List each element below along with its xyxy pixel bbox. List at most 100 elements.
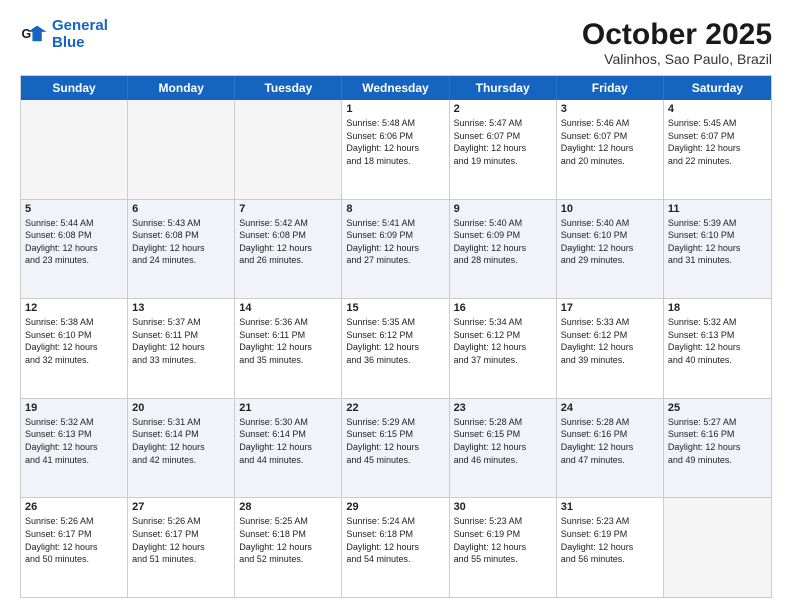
day-header-wednesday: Wednesday xyxy=(342,76,449,100)
day-number: 28 xyxy=(239,501,337,513)
week-row-4: 19 Sunrise: 5:32 AM Sunset: 6:13 PM Dayli… xyxy=(21,398,771,498)
day-info: Sunrise: 5:44 AM Sunset: 6:08 PM Dayligh… xyxy=(25,217,123,267)
day-number: 31 xyxy=(561,501,659,513)
day-cell: 24 Sunrise: 5:28 AM Sunset: 6:16 PM Dayli… xyxy=(557,399,664,498)
day-cell: 29 Sunrise: 5:24 AM Sunset: 6:18 PM Dayli… xyxy=(342,498,449,597)
day-info: Sunrise: 5:30 AM Sunset: 6:14 PM Dayligh… xyxy=(239,416,337,466)
day-number: 25 xyxy=(668,402,767,414)
day-cell: 23Sunrise: 5:28 AM Sunset: 6:15 PM Dayli… xyxy=(450,399,557,498)
day-cell: 31Sunrise: 5:23 AM Sunset: 6:19 PM Dayli… xyxy=(557,498,664,597)
day-info: Sunrise: 5:47 AM Sunset: 6:07 PM Dayligh… xyxy=(454,117,552,167)
day-info: Sunrise: 5:24 AM Sunset: 6:18 PM Dayligh… xyxy=(346,515,444,565)
day-number: 1 xyxy=(346,103,444,115)
day-info: Sunrise: 5:41 AM Sunset: 6:09 PM Dayligh… xyxy=(346,217,444,267)
day-number: 30 xyxy=(454,501,552,513)
day-cell: 10Sunrise: 5:40 AM Sunset: 6:10 PM Dayli… xyxy=(557,200,664,299)
day-info: Sunrise: 5:42 AM Sunset: 6:08 PM Dayligh… xyxy=(239,217,337,267)
day-info: Sunrise: 5:28 AM Sunset: 6:15 PM Dayligh… xyxy=(454,416,552,466)
header: G General Blue October 2025 Valinhos, Sa… xyxy=(20,18,772,67)
day-info: Sunrise: 5:26 AM Sunset: 6:17 PM Dayligh… xyxy=(132,515,230,565)
day-info: Sunrise: 5:40 AM Sunset: 6:09 PM Dayligh… xyxy=(454,217,552,267)
day-cell: 6Sunrise: 5:43 AM Sunset: 6:08 PM Daylig… xyxy=(128,200,235,299)
day-info: Sunrise: 5:29 AM Sunset: 6:15 PM Dayligh… xyxy=(346,416,444,466)
day-header-saturday: Saturday xyxy=(664,76,771,100)
week-row-3: 12Sunrise: 5:38 AM Sunset: 6:10 PM Dayli… xyxy=(21,298,771,398)
day-cell: 3 Sunrise: 5:46 AM Sunset: 6:07 PM Daylig… xyxy=(557,100,664,199)
day-number: 18 xyxy=(668,302,767,314)
day-number: 29 xyxy=(346,501,444,513)
day-number: 22 xyxy=(346,402,444,414)
day-number: 16 xyxy=(454,302,552,314)
day-number: 21 xyxy=(239,402,337,414)
day-number: 20 xyxy=(132,402,230,414)
day-number: 15 xyxy=(346,302,444,314)
day-cell: 7 Sunrise: 5:42 AM Sunset: 6:08 PM Daylig… xyxy=(235,200,342,299)
day-info: Sunrise: 5:27 AM Sunset: 6:16 PM Dayligh… xyxy=(668,416,767,466)
week-row-5: 26 Sunrise: 5:26 AM Sunset: 6:17 PM Dayli… xyxy=(21,497,771,597)
day-info: Sunrise: 5:34 AM Sunset: 6:12 PM Dayligh… xyxy=(454,316,552,366)
weeks-container: 1 Sunrise: 5:48 AM Sunset: 6:06 PM Daylig… xyxy=(21,100,771,597)
day-number: 3 xyxy=(561,103,659,115)
day-info: Sunrise: 5:46 AM Sunset: 6:07 PM Dayligh… xyxy=(561,117,659,167)
day-info: Sunrise: 5:23 AM Sunset: 6:19 PM Dayligh… xyxy=(454,515,552,565)
day-cell: 22 Sunrise: 5:29 AM Sunset: 6:15 PM Dayli… xyxy=(342,399,449,498)
svg-text:G: G xyxy=(22,27,32,41)
day-header-thursday: Thursday xyxy=(450,76,557,100)
day-number: 13 xyxy=(132,302,230,314)
day-header-friday: Friday xyxy=(557,76,664,100)
day-cell: 8Sunrise: 5:41 AM Sunset: 6:09 PM Daylig… xyxy=(342,200,449,299)
day-number: 2 xyxy=(454,103,552,115)
day-cell: 1 Sunrise: 5:48 AM Sunset: 6:06 PM Daylig… xyxy=(342,100,449,199)
day-header-sunday: Sunday xyxy=(21,76,128,100)
day-info: Sunrise: 5:28 AM Sunset: 6:16 PM Dayligh… xyxy=(561,416,659,466)
day-cell: 19 Sunrise: 5:32 AM Sunset: 6:13 PM Dayli… xyxy=(21,399,128,498)
day-number: 11 xyxy=(668,203,767,215)
week-row-2: 5 Sunrise: 5:44 AM Sunset: 6:08 PM Daylig… xyxy=(21,199,771,299)
day-number: 26 xyxy=(25,501,123,513)
day-number: 5 xyxy=(25,203,123,215)
title-block: October 2025 Valinhos, Sao Paulo, Brazil xyxy=(582,18,772,67)
day-info: Sunrise: 5:35 AM Sunset: 6:12 PM Dayligh… xyxy=(346,316,444,366)
day-info: Sunrise: 5:32 AM Sunset: 6:13 PM Dayligh… xyxy=(668,316,767,366)
day-cell: 9 Sunrise: 5:40 AM Sunset: 6:09 PM Daylig… xyxy=(450,200,557,299)
day-info: Sunrise: 5:31 AM Sunset: 6:14 PM Dayligh… xyxy=(132,416,230,466)
day-number: 14 xyxy=(239,302,337,314)
day-number: 24 xyxy=(561,402,659,414)
day-info: Sunrise: 5:26 AM Sunset: 6:17 PM Dayligh… xyxy=(25,515,123,565)
day-cell: 5 Sunrise: 5:44 AM Sunset: 6:08 PM Daylig… xyxy=(21,200,128,299)
location: Valinhos, Sao Paulo, Brazil xyxy=(582,51,772,67)
day-cell: 20 Sunrise: 5:31 AM Sunset: 6:14 PM Dayli… xyxy=(128,399,235,498)
day-info: Sunrise: 5:48 AM Sunset: 6:06 PM Dayligh… xyxy=(346,117,444,167)
day-cell xyxy=(664,498,771,597)
day-number: 17 xyxy=(561,302,659,314)
logo-icon: G xyxy=(20,21,48,49)
calendar: SundayMondayTuesdayWednesdayThursdayFrid… xyxy=(20,75,772,598)
day-number: 7 xyxy=(239,203,337,215)
day-number: 6 xyxy=(132,203,230,215)
logo: G General Blue xyxy=(20,18,108,51)
day-info: Sunrise: 5:37 AM Sunset: 6:11 PM Dayligh… xyxy=(132,316,230,366)
day-cell: 14Sunrise: 5:36 AM Sunset: 6:11 PM Dayli… xyxy=(235,299,342,398)
day-cell: 27Sunrise: 5:26 AM Sunset: 6:17 PM Dayli… xyxy=(128,498,235,597)
day-number: 19 xyxy=(25,402,123,414)
day-cell: 30 Sunrise: 5:23 AM Sunset: 6:19 PM Dayli… xyxy=(450,498,557,597)
day-number: 9 xyxy=(454,203,552,215)
day-cell: 26 Sunrise: 5:26 AM Sunset: 6:17 PM Dayli… xyxy=(21,498,128,597)
day-cell xyxy=(21,100,128,199)
day-info: Sunrise: 5:40 AM Sunset: 6:10 PM Dayligh… xyxy=(561,217,659,267)
day-cell: 4Sunrise: 5:45 AM Sunset: 6:07 PM Daylig… xyxy=(664,100,771,199)
month-title: October 2025 xyxy=(582,18,772,51)
day-cell xyxy=(128,100,235,199)
day-cell xyxy=(235,100,342,199)
day-cell: 21 Sunrise: 5:30 AM Sunset: 6:14 PM Dayli… xyxy=(235,399,342,498)
day-info: Sunrise: 5:25 AM Sunset: 6:18 PM Dayligh… xyxy=(239,515,337,565)
day-number: 12 xyxy=(25,302,123,314)
day-header-tuesday: Tuesday xyxy=(235,76,342,100)
logo-text: General Blue xyxy=(52,18,108,51)
day-cell: 12Sunrise: 5:38 AM Sunset: 6:10 PM Dayli… xyxy=(21,299,128,398)
day-cell: 17Sunrise: 5:33 AM Sunset: 6:12 PM Dayli… xyxy=(557,299,664,398)
page: G General Blue October 2025 Valinhos, Sa… xyxy=(0,0,792,612)
day-cell: 13 Sunrise: 5:37 AM Sunset: 6:11 PM Dayli… xyxy=(128,299,235,398)
day-info: Sunrise: 5:32 AM Sunset: 6:13 PM Dayligh… xyxy=(25,416,123,466)
day-header-monday: Monday xyxy=(128,76,235,100)
